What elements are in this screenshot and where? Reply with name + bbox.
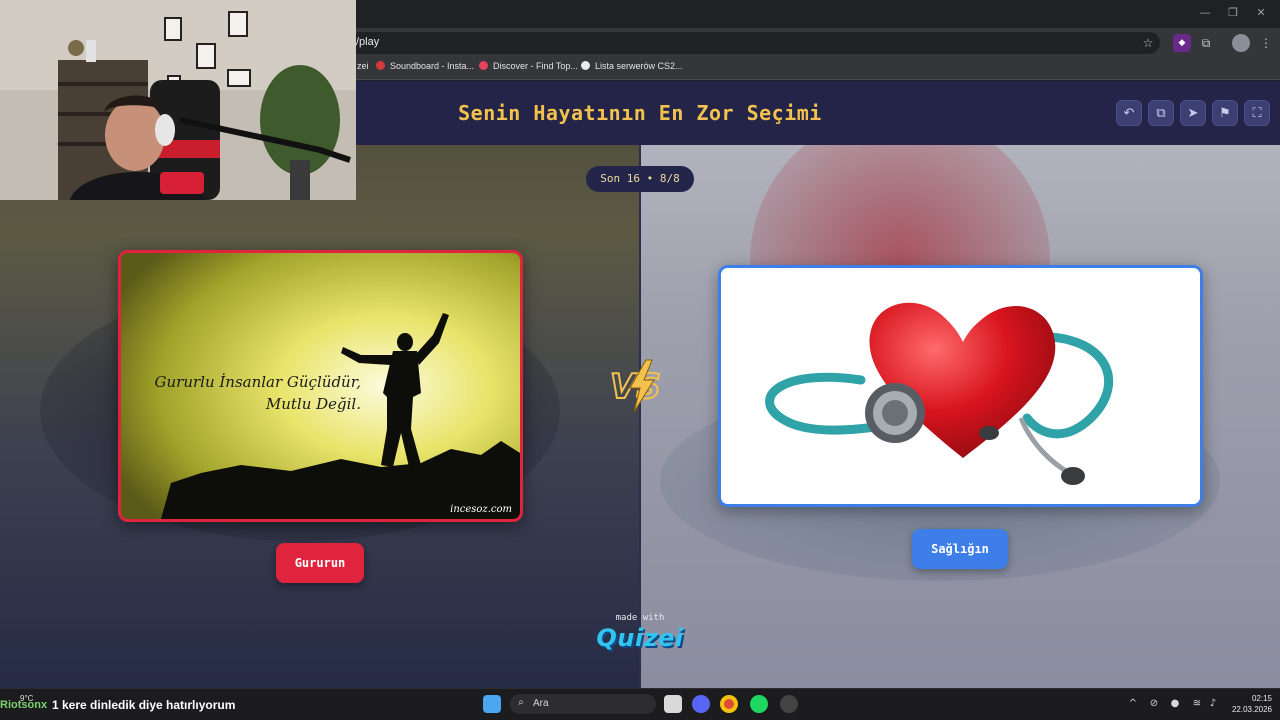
taskbar-clock[interactable]: 02:15 22.03.2026 [1226, 693, 1272, 715]
send-icon[interactable]: ➤ [1180, 100, 1206, 126]
tray-chevron-icon[interactable]: ^ [1126, 698, 1140, 709]
choose-right-button[interactable]: Sağlığın [912, 529, 1008, 569]
minimize-icon[interactable]: — [1190, 6, 1220, 19]
made-with-label: made with [615, 613, 665, 623]
address-url[interactable]: /play [356, 36, 379, 48]
volume-icon[interactable]: ♪ [1206, 698, 1220, 709]
bookmark-item[interactable]: Discover - Find Top... [479, 61, 578, 71]
chat-overlay-username: Riotsonx [0, 699, 48, 711]
share-icon[interactable]: ⧉ [1148, 100, 1174, 126]
close-icon[interactable]: ✕ [1246, 6, 1276, 19]
bookmark-item[interactable]: zei [357, 61, 369, 71]
discord-icon[interactable] [692, 695, 710, 713]
vs-lightning-icon: VS [609, 359, 662, 413]
profile-avatar[interactable] [1232, 34, 1250, 52]
webcam-overlay [0, 0, 356, 200]
undo-icon[interactable]: ↶ [1116, 100, 1142, 126]
spotify-icon[interactable] [750, 695, 768, 713]
star-icon[interactable]: ☆ [1139, 34, 1157, 52]
bookmark-favicon-icon [479, 61, 488, 70]
left-image-quote: Gururlu İnsanlar Güçlüdür, Mutlu Değil. [154, 373, 362, 413]
webcam-feed-image [0, 0, 356, 200]
app-icon[interactable] [780, 695, 798, 713]
menu-icon[interactable]: ⋮ [1257, 34, 1275, 52]
bookmark-favicon-icon [376, 61, 385, 70]
task-view-icon[interactable] [664, 695, 682, 713]
fullscreen-icon[interactable]: ⛶ [1244, 100, 1270, 126]
taskbar-search[interactable] [510, 694, 656, 714]
search-placeholder[interactable]: Ara [533, 698, 549, 709]
left-option-card[interactable]: Gururlu İnsanlar Güçlüdür, Mutlu Değil. … [118, 250, 523, 522]
bookmark-item[interactable]: Soundboard - Insta... [376, 61, 474, 71]
right-option-image [721, 268, 1200, 504]
wifi-icon[interactable]: ≋ [1190, 698, 1204, 709]
puzzle-icon[interactable]: ⧉ [1197, 34, 1215, 52]
address-bar[interactable] [300, 32, 1160, 54]
bookmark-item[interactable]: Lista serwerów CS2... [581, 61, 683, 71]
chat-overlay-message: 1 kere dinledik diye hatırlıyorum [52, 698, 236, 712]
round-indicator: Son 16 • 8/8 [586, 166, 694, 192]
chrome-icon[interactable] [720, 695, 738, 713]
network-off-icon[interactable]: ⊘ [1147, 698, 1161, 709]
extension-icon[interactable]: ◆ [1173, 34, 1191, 52]
quizei-logo[interactable]: Quizei [594, 624, 686, 652]
image-watermark: incesoz.com [450, 504, 512, 515]
right-option-card[interactable] [718, 265, 1203, 507]
search-icon: ⌕ [518, 697, 524, 708]
start-menu-icon[interactable] [483, 695, 501, 713]
flag-icon[interactable]: ⚑ [1212, 100, 1238, 126]
choose-left-button[interactable]: Gururun [276, 543, 364, 583]
bookmark-favicon-icon [581, 61, 590, 70]
microphone-icon[interactable]: ● [1168, 698, 1182, 709]
restore-icon[interactable]: ❐ [1218, 6, 1248, 19]
